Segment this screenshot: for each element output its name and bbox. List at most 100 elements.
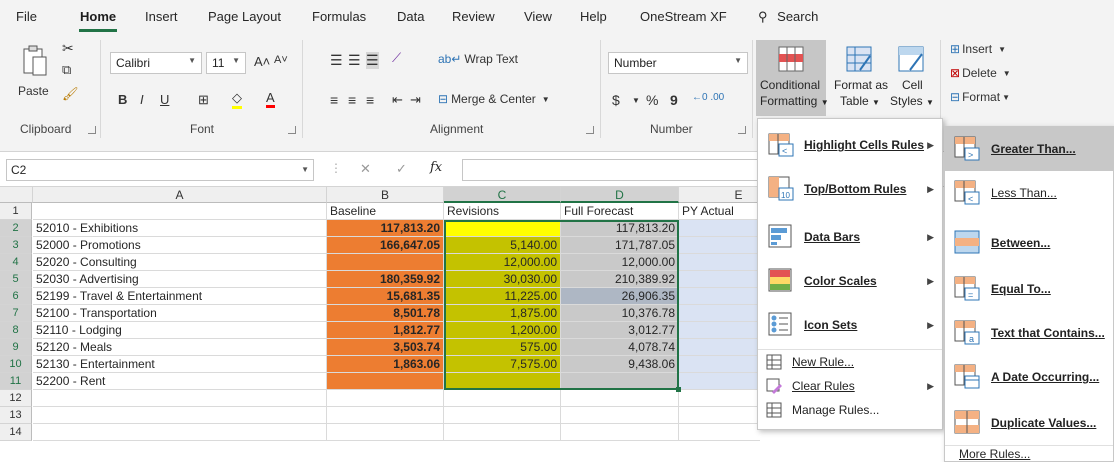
column-header-c[interactable]: C	[444, 187, 561, 203]
tab-formulas[interactable]: Formulas	[312, 9, 366, 24]
borders-icon[interactable]: ⊞	[198, 92, 209, 108]
tab-help[interactable]: Help	[580, 9, 607, 24]
fill-handle[interactable]	[676, 387, 681, 392]
cell-a7[interactable]: 52100 - Transportation	[33, 305, 327, 322]
cell-d5[interactable]: 210,389.92	[561, 271, 679, 288]
decrease-indent-icon[interactable]: ⇤	[392, 92, 403, 108]
column-header-b[interactable]: B	[327, 187, 444, 203]
delete-cells-button[interactable]: ⊠ Delete ▼	[950, 66, 1011, 80]
cell-e1[interactable]: PY Actual	[679, 203, 760, 220]
cell-a6[interactable]: 52199 - Travel & Entertainment	[33, 288, 327, 305]
menu-item-color-scales[interactable]: Color Scales ▶	[758, 259, 942, 303]
cell-b10[interactable]: 1,863.06	[327, 356, 444, 373]
font-color-icon[interactable]: A	[266, 90, 275, 108]
column-header-a[interactable]: A	[33, 187, 327, 203]
cell-b4[interactable]	[327, 254, 444, 271]
cell-a11[interactable]: 52200 - Rent	[33, 373, 327, 390]
cell-e6[interactable]: 11,	[679, 288, 760, 305]
format-as-table-button[interactable]: Format as Table ▼	[834, 40, 888, 116]
cell-e7[interactable]: 6,	[679, 305, 760, 322]
cell-b12[interactable]	[327, 390, 444, 407]
insert-cells-button[interactable]: ⊞ Insert ▼	[950, 42, 1006, 56]
menu-item-more-rules[interactable]: More Rules...	[959, 447, 1030, 461]
tab-home[interactable]: Home	[80, 9, 116, 24]
cell-d7[interactable]: 10,376.78	[561, 305, 679, 322]
cell-d2[interactable]: 117,813.20	[561, 220, 679, 237]
font-name-combo[interactable]: Calibri ▼	[110, 52, 202, 74]
cell-b14[interactable]	[327, 424, 444, 441]
number-launcher-icon[interactable]	[738, 126, 746, 134]
menu-item-between[interactable]: Between...	[945, 221, 1113, 265]
cell-a1[interactable]	[33, 203, 327, 220]
cell-c6[interactable]: 11,225.00	[444, 288, 561, 305]
row-header[interactable]: 13	[0, 407, 32, 424]
cell-a12[interactable]	[33, 390, 327, 407]
cell-styles-button[interactable]: Cell Styles ▼	[888, 40, 934, 116]
cell-d6[interactable]: 26,906.35	[561, 288, 679, 305]
cell-c9[interactable]: 575.00	[444, 339, 561, 356]
increase-font-icon[interactable]: A˄	[254, 54, 270, 69]
cell-e9[interactable]: 2,	[679, 339, 760, 356]
cell-a9[interactable]: 52120 - Meals	[33, 339, 327, 356]
cell-c13[interactable]	[444, 407, 561, 424]
row-header[interactable]: 4	[0, 254, 32, 271]
row-header[interactable]: 2	[0, 220, 32, 237]
cell-a3[interactable]: 52000 - Promotions	[33, 237, 327, 254]
copy-icon[interactable]: ⧉	[62, 62, 71, 78]
alignment-launcher-icon[interactable]	[586, 126, 594, 134]
fill-color-icon[interactable]: ◇	[232, 90, 242, 109]
menu-item-text-contains[interactable]: a Text that Contains...	[945, 311, 1113, 355]
currency-dropdown-icon[interactable]: ▼	[632, 96, 640, 105]
row-header[interactable]: 8	[0, 322, 32, 339]
align-center-icon[interactable]: ≡	[348, 92, 356, 108]
cell-a5[interactable]: 52030 - Advertising	[33, 271, 327, 288]
align-left-icon[interactable]: ≡	[330, 92, 338, 108]
paste-icon[interactable]	[20, 42, 50, 82]
cell-e14[interactable]	[679, 424, 760, 441]
cell-c12[interactable]	[444, 390, 561, 407]
number-format-combo[interactable]: Number ▼	[608, 52, 748, 74]
font-size-combo[interactable]: 11 ▼	[206, 52, 246, 74]
cell-d9[interactable]: 4,078.74	[561, 339, 679, 356]
tab-review[interactable]: Review	[452, 9, 495, 24]
cell-d10[interactable]: 9,438.06	[561, 356, 679, 373]
menu-item-date-occurring[interactable]: A Date Occurring...	[945, 355, 1113, 399]
comma-button[interactable]: 9	[670, 92, 678, 108]
font-launcher-icon[interactable]	[288, 126, 296, 134]
menu-item-equal-to[interactable]: = Equal To...	[945, 267, 1113, 311]
cell-b9[interactable]: 3,503.74	[327, 339, 444, 356]
cell-d4[interactable]: 12,000.00	[561, 254, 679, 271]
name-box[interactable]: C2 ▼	[6, 159, 314, 181]
cell-e8[interactable]: 1,	[679, 322, 760, 339]
format-cells-button[interactable]: ⊟ Format ▼	[950, 90, 1010, 104]
cell-c1[interactable]: Revisions	[444, 203, 561, 220]
cell-a10[interactable]: 52130 - Entertainment	[33, 356, 327, 373]
menu-item-clear-rules[interactable]: Clear Rules ▶	[758, 375, 942, 397]
cell-d11[interactable]	[561, 373, 679, 390]
percent-button[interactable]: %	[646, 92, 658, 108]
cell-d14[interactable]	[561, 424, 679, 441]
tab-file[interactable]: File	[16, 9, 37, 24]
cell-a13[interactable]	[33, 407, 327, 424]
italic-icon[interactable]: I	[140, 92, 144, 107]
tab-page-layout[interactable]: Page Layout	[208, 9, 281, 24]
row-header[interactable]: 10	[0, 356, 32, 373]
align-top-icon[interactable]: ☰	[330, 52, 343, 69]
currency-button[interactable]: $	[612, 92, 620, 108]
menu-item-greater-than[interactable]: > Greater Than...	[945, 127, 1113, 171]
cell-b6[interactable]: 15,681.35	[327, 288, 444, 305]
tab-onestream[interactable]: OneStream XF	[640, 9, 727, 24]
tab-data[interactable]: Data	[397, 9, 424, 24]
menu-item-manage-rules[interactable]: Manage Rules...	[758, 399, 942, 421]
row-header[interactable]: 12	[0, 390, 32, 407]
conditional-formatting-button[interactable]: Conditional Formatting ▼	[756, 40, 829, 116]
row-header[interactable]: 9	[0, 339, 32, 356]
menu-item-top-bottom[interactable]: 10 Top/Bottom Rules ▶	[758, 167, 942, 211]
cell-b13[interactable]	[327, 407, 444, 424]
search-box[interactable]: ⚲ Search	[758, 9, 818, 25]
wrap-text-button[interactable]: ab↵ Wrap Text	[438, 52, 518, 66]
cell-e13[interactable]	[679, 407, 760, 424]
cell-c2[interactable]	[444, 220, 561, 237]
format-painter-icon[interactable]: 🖌	[62, 86, 79, 102]
cell-b8[interactable]: 1,812.77	[327, 322, 444, 339]
